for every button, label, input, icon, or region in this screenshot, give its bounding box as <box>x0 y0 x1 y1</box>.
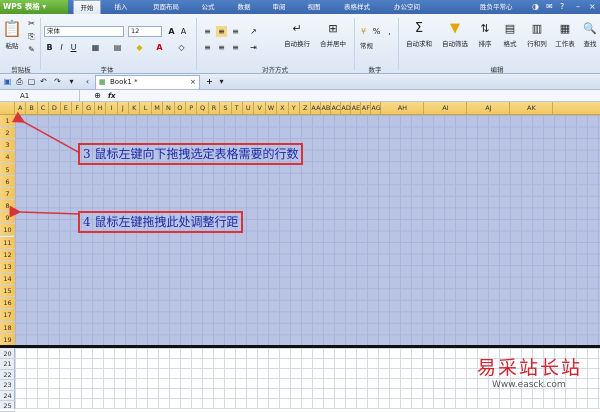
annotation-step-3: 3 鼠标左键向下拖拽选定表格需要的行数 <box>78 143 304 165</box>
watermark-url: Www.easck.com <box>492 380 566 390</box>
arrow-to-row-boundary <box>9 205 81 218</box>
arrow-to-row-1 <box>11 111 81 154</box>
annotation-arrows <box>9 111 81 218</box>
watermark-text: 易采站长站 <box>477 357 583 379</box>
annotation-step-4: 4 鼠标左键拖拽此处调整行距 <box>78 211 244 233</box>
